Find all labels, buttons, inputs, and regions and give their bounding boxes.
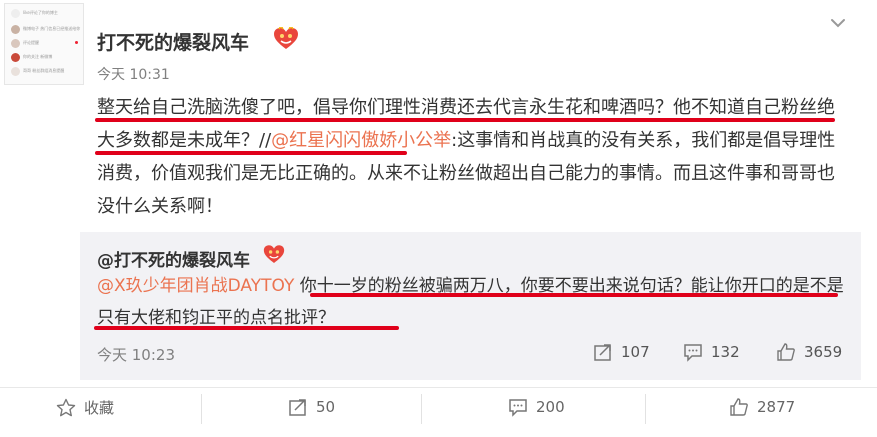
- action-separator: [201, 394, 202, 424]
- post-timestamp[interactable]: 今天 10:31: [97, 64, 170, 84]
- mention-link[interactable]: @红星闪闪傲娇小公举: [271, 130, 451, 151]
- repost-forward-button[interactable]: 107: [593, 342, 650, 362]
- like-button[interactable]: 2877: [729, 397, 795, 417]
- thumbnail-row: 你的关注 新微博: [11, 52, 77, 64]
- repost-forward-count: 107: [621, 343, 650, 361]
- repost-author-name[interactable]: @打不死的爆裂风车: [97, 246, 250, 271]
- like-count: 2877: [757, 398, 796, 416]
- favorite-button[interactable]: 收藏: [56, 397, 114, 418]
- thumbs-up-icon: [730, 398, 748, 416]
- thumbnail-text: like评论了你的博主: [23, 10, 58, 15]
- thumbnail-text: 你的关注 新微博: [23, 54, 53, 59]
- action-bar-divider: [0, 387, 877, 388]
- forward-button[interactable]: 50: [288, 397, 335, 417]
- mention-link[interactable]: @X玖少年团肖战DAYTOY: [97, 276, 294, 296]
- favorite-label: 收藏: [84, 399, 115, 417]
- thumbnail-text: 微博电子 热门信息已经推送给你: [23, 26, 81, 31]
- repost-card: @打不死的爆裂风车 @X玖少年团肖战DAYTOY 你十一岁的粉丝被骗两万八，你要…: [80, 232, 861, 380]
- thumbs-up-icon: [777, 343, 795, 361]
- red-underline: [95, 118, 835, 122]
- forward-count: 50: [316, 398, 336, 416]
- post-text: 整天给自己洗脑洗傻了吧，倡导你们理性消费还去代言永生花和啤酒吗？他不知道自己粉丝…: [97, 91, 837, 223]
- repost-like-button[interactable]: 3659: [776, 342, 842, 362]
- thumbnail-text: 哥哥 粉丝群组消息提醒: [23, 68, 65, 73]
- comment-icon: [684, 344, 702, 362]
- repost-comment-count: 132: [711, 343, 740, 361]
- vip-heart-badge-icon: [263, 245, 285, 263]
- comment-icon: [509, 399, 527, 417]
- chevron-down-icon[interactable]: [829, 14, 847, 32]
- forward-icon: [594, 344, 611, 361]
- vip-heart-badge-icon: [274, 27, 298, 49]
- action-separator: [645, 394, 646, 424]
- repost-like-count: 3659: [804, 343, 843, 361]
- thumbnail-row: 微博电子 热门信息已经推送给你: [11, 24, 81, 36]
- thumbnail-row: like评论了你的博主: [11, 8, 77, 20]
- post-author-name[interactable]: 打不死的爆裂风车: [97, 28, 249, 55]
- repost-comment-button[interactable]: 132: [683, 342, 740, 362]
- action-separator: [421, 394, 422, 424]
- repost-timestamp[interactable]: 今天 10:23: [97, 344, 175, 365]
- star-icon: [56, 398, 76, 416]
- red-underline: [94, 326, 399, 330]
- thumbnail-row: 评论提醒: [11, 38, 77, 50]
- notification-thumbnail: like评论了你的博主 微博电子 热门信息已经推送给你 评论提醒 你的关注 新微…: [4, 3, 84, 85]
- repost-text: @X玖少年团肖战DAYTOY 你十一岁的粉丝被骗两万八，你要不要出来说句话？能让…: [97, 270, 857, 334]
- thumbnail-row: 哥哥 粉丝群组消息提醒: [11, 66, 77, 78]
- forward-icon: [289, 399, 306, 416]
- red-underline: [310, 293, 838, 297]
- comment-count: 200: [536, 398, 565, 416]
- comment-button[interactable]: 200: [508, 397, 565, 417]
- thumbnail-text: 评论提醒: [23, 40, 39, 45]
- red-underline: [95, 151, 407, 155]
